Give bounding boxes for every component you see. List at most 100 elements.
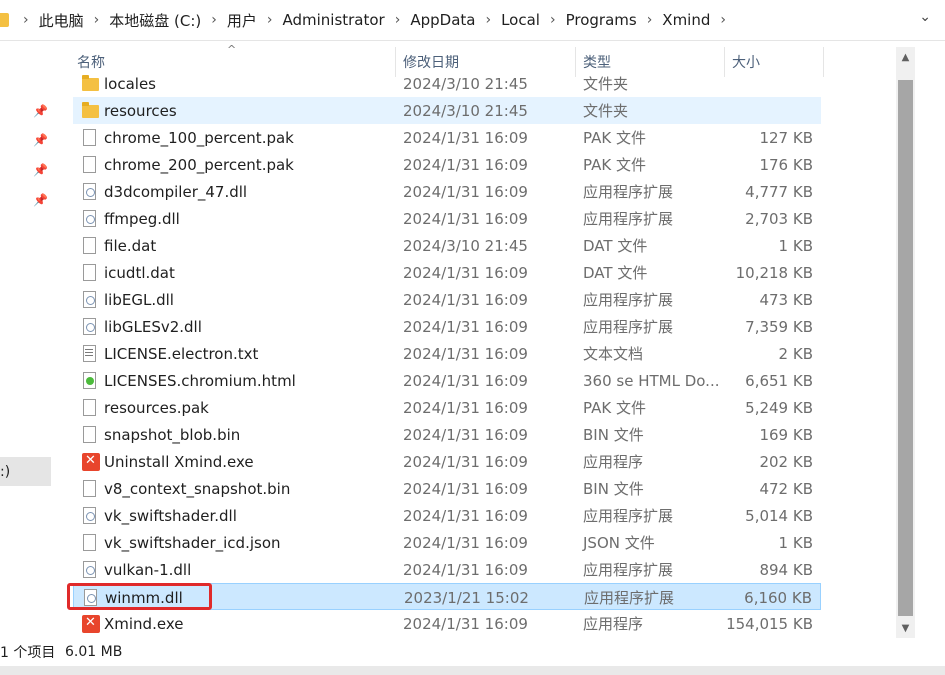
- file-name: LICENSE.electron.txt: [104, 344, 259, 363]
- file-list: locales 2024/3/10 21:45 文件夹 resources 2024/3…: [73, 70, 825, 638]
- file-size: 10,218 KB: [735, 263, 813, 282]
- file-row[interactable]: d3dcompiler_47.dll 2024/1/31 16:09 应用程序扩展 4…: [73, 178, 821, 205]
- file-type: 应用程序扩展: [584, 589, 675, 607]
- pin-icon[interactable]: 📌: [33, 133, 48, 147]
- pin-icon[interactable]: 📌: [33, 193, 48, 207]
- file-icon: [82, 264, 98, 282]
- file-size: 5,014 KB: [745, 506, 813, 525]
- file-size: 5,249 KB: [745, 398, 813, 417]
- breadcrumb-item[interactable]: › Programs: [540, 11, 637, 29]
- chevron-right-icon[interactable]: ›: [23, 12, 29, 28]
- file-type: DAT 文件: [583, 237, 648, 255]
- chevron-right-icon[interactable]: ›: [647, 12, 653, 28]
- file-size: 4,777 KB: [745, 182, 813, 201]
- chevron-right-icon[interactable]: ›: [267, 12, 273, 28]
- file-row[interactable]: ffmpeg.dll 2024/1/31 16:09 应用程序扩展 2,703 KB: [73, 205, 821, 232]
- breadcrumb: › 此电脑 › 本地磁盘 (C:) › 用户 › Administrator › AppData ›…: [0, 0, 736, 40]
- window-bottom-edge: [0, 666, 945, 675]
- breadcrumb-item[interactable]: › Xmind: [637, 11, 711, 29]
- file-modified-date: 2024/1/31 16:09: [403, 290, 528, 309]
- nav-item-local-disk[interactable]: :): [0, 457, 51, 486]
- file-row[interactable]: libGLESv2.dll 2024/1/31 16:09 应用程序扩展 7,359 …: [73, 313, 821, 340]
- file-row[interactable]: libEGL.dll 2024/1/31 16:09 应用程序扩展 473 KB: [73, 286, 821, 313]
- html-file-icon: [82, 372, 98, 390]
- file-type: BIN 文件: [583, 480, 644, 498]
- chevron-right-icon[interactable]: ›: [550, 12, 556, 28]
- file-type: 应用程序: [583, 453, 644, 471]
- sort-ascending-icon: ^: [227, 43, 237, 56]
- file-row[interactable]: v8_context_snapshot.bin 2024/1/31 16:09 BI…: [73, 475, 821, 502]
- file-size: 202 KB: [759, 452, 813, 471]
- pin-icon[interactable]: 📌: [33, 163, 48, 177]
- file-modified-date: 2024/1/31 16:09: [403, 317, 528, 336]
- file-row[interactable]: vk_swiftshader.dll 2024/1/31 16:09 应用程序扩展 5…: [73, 502, 821, 529]
- file-type: JSON 文件: [583, 534, 655, 552]
- file-row[interactable]: Xmind.exe 2024/1/31 16:09 应用程序 154,015 KB: [73, 610, 821, 637]
- file-modified-date: 2024/1/31 16:09: [403, 263, 528, 282]
- file-row[interactable]: resources.pak 2024/1/31 16:09 PAK 文件 5,249 …: [73, 394, 821, 421]
- address-bar[interactable]: › 此电脑 › 本地磁盘 (C:) › 用户 › Administrator › AppData ›…: [0, 0, 945, 41]
- chevron-right-icon[interactable]: ›: [94, 12, 100, 28]
- file-size: 473 KB: [759, 290, 813, 309]
- file-row[interactable]: vulkan-1.dll 2024/1/31 16:09 应用程序扩展 894 KB: [73, 556, 821, 583]
- file-size: 1 KB: [778, 533, 813, 552]
- breadcrumb-item[interactable]: › Administrator: [257, 11, 385, 29]
- file-row[interactable]: chrome_200_percent.pak 2024/1/31 16:09 PAK…: [73, 151, 821, 178]
- file-row[interactable]: chrome_100_percent.pak 2024/1/31 16:09 PAK…: [73, 124, 821, 151]
- chevron-right-icon[interactable]: ›: [485, 12, 491, 28]
- file-row[interactable]: locales 2024/3/10 21:45 文件夹: [73, 70, 821, 97]
- breadcrumb-label: 用户: [226, 11, 257, 30]
- chevron-down-icon[interactable]: ⌄: [919, 9, 931, 25]
- file-type: 360 se HTML Do...: [583, 371, 720, 390]
- file-row[interactable]: vk_swiftshader_icd.json 2024/1/31 16:09 JS…: [73, 529, 821, 556]
- breadcrumb-item[interactable]: › 本地磁盘 (C:): [84, 10, 202, 31]
- file-modified-date: 2024/3/10 21:45: [403, 74, 528, 93]
- file-row[interactable]: LICENSES.chromium.html 2024/1/31 16:09 360…: [73, 367, 821, 394]
- breadcrumb-item[interactable]: › 用户: [201, 10, 257, 31]
- scrollbar-thumb[interactable]: [898, 80, 913, 616]
- chevron-right-icon[interactable]: ›: [720, 12, 726, 28]
- xmind-app-icon: [82, 453, 100, 471]
- breadcrumb-label: Administrator: [282, 11, 385, 29]
- folder-icon: [82, 75, 99, 93]
- file-name: libEGL.dll: [104, 290, 174, 309]
- file-row[interactable]: icudtl.dat 2024/1/31 16:09 DAT 文件 10,218 KB: [73, 259, 821, 286]
- file-type: 应用程序扩展: [583, 561, 674, 579]
- vertical-scrollbar[interactable]: ▲ ▼: [896, 47, 915, 638]
- file-modified-date: 2023/1/21 15:02: [404, 588, 529, 607]
- file-icon: [82, 156, 98, 174]
- file-row[interactable]: LICENSE.electron.txt 2024/1/31 16:09 文本文档 2…: [73, 340, 821, 367]
- status-bar: 1 个项目 6.01 MB: [0, 640, 945, 664]
- file-name: vulkan-1.dll: [104, 560, 192, 579]
- file-size: 169 KB: [759, 425, 813, 444]
- breadcrumb-item[interactable]: › AppData: [385, 11, 476, 29]
- file-name: icudtl.dat: [104, 263, 175, 282]
- file-row[interactable]: snapshot_blob.bin 2024/1/31 16:09 BIN 文件 16…: [73, 421, 821, 448]
- breadcrumb-item[interactable]: › 此电脑: [13, 10, 84, 31]
- file-name: Uninstall Xmind.exe: [104, 452, 254, 471]
- file-row[interactable]: resources 2024/3/10 21:45 文件夹: [73, 97, 821, 124]
- file-row[interactable]: file.dat 2024/3/10 21:45 DAT 文件 1 KB: [73, 232, 821, 259]
- file-type: 文本文档: [583, 345, 644, 363]
- folder-icon: [82, 102, 99, 120]
- file-modified-date: 2024/1/31 16:09: [403, 155, 528, 174]
- breadcrumb-label: Xmind: [662, 11, 711, 29]
- file-name: vk_swiftshader.dll: [104, 506, 237, 525]
- annotation-highlight-box: [67, 583, 212, 610]
- file-name: resources.pak: [104, 398, 209, 417]
- chevron-right-icon[interactable]: ›: [211, 12, 217, 28]
- breadcrumb-label: 本地磁盘 (C:): [109, 11, 202, 30]
- file-size: 7,359 KB: [745, 317, 813, 336]
- file-type: 应用程序扩展: [583, 291, 674, 309]
- file-type: 应用程序扩展: [583, 210, 674, 228]
- breadcrumb-item[interactable]: › Local: [475, 11, 540, 29]
- file-type: DAT 文件: [583, 264, 648, 282]
- pin-icon[interactable]: 📌: [33, 104, 48, 118]
- scroll-down-arrow-icon[interactable]: ▼: [896, 618, 915, 638]
- chevron-right-icon[interactable]: ›: [395, 12, 401, 28]
- file-size: 472 KB: [759, 479, 813, 498]
- file-icon: [82, 237, 98, 255]
- scroll-up-arrow-icon[interactable]: ▲: [896, 47, 915, 67]
- breadcrumb-label: AppData: [410, 11, 476, 29]
- file-row[interactable]: Uninstall Xmind.exe 2024/1/31 16:09 应用程序 20…: [73, 448, 821, 475]
